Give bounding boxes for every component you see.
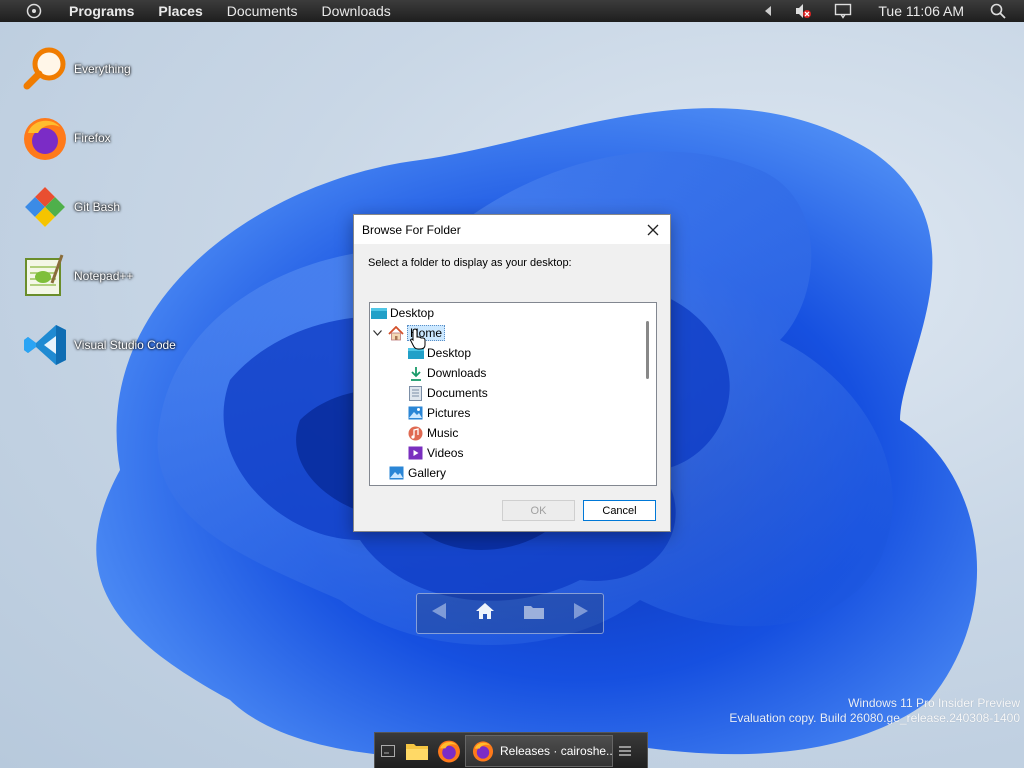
tree-item-label: Documents <box>427 386 488 400</box>
menu-programs[interactable]: Programs <box>69 3 134 19</box>
notification-icon[interactable] <box>834 3 852 19</box>
chevron-down-icon[interactable] <box>371 325 383 342</box>
desktop-icon-label: Visual Studio Code <box>74 338 176 352</box>
notepadpp-icon <box>20 251 70 301</box>
tree-item-label: Gallery <box>408 466 447 480</box>
home-icon[interactable] <box>475 602 495 625</box>
taskbar: Releases · cairoshe... <box>374 732 648 768</box>
file-explorer-icon[interactable] <box>401 734 433 768</box>
vscode-icon <box>20 320 70 370</box>
clock[interactable]: Tue 11:06 AM <box>878 3 964 19</box>
desktop-icon-label: Git Bash <box>74 200 121 214</box>
watermark-line-1: Windows 11 Pro Insider Preview <box>848 696 1020 710</box>
hand-cursor-icon <box>410 328 426 350</box>
top-menu-bar: Programs Places Documents Downloads Tue … <box>0 0 1024 22</box>
tree-item-music[interactable]: Music <box>407 424 458 442</box>
show-desktop-icon[interactable] <box>375 734 401 768</box>
cairo-logo-icon[interactable] <box>23 0 45 22</box>
tree-scrollbar[interactable] <box>646 321 649 379</box>
desktop-icon-firefox[interactable]: Firefox <box>20 111 200 165</box>
tree-item-desktop-root[interactable]: Desktop <box>370 304 434 322</box>
system-tray: Tue 11:06 AM <box>764 0 1024 22</box>
tree-item-label: Downloads <box>427 366 487 380</box>
cancel-button[interactable]: Cancel <box>583 500 656 521</box>
menu-downloads[interactable]: Downloads <box>322 3 391 19</box>
desktop-icon-label: Notepad++ <box>74 269 134 283</box>
tree-item-label: Music <box>427 426 459 440</box>
ok-button[interactable]: OK <box>502 500 575 521</box>
music-icon <box>407 425 424 442</box>
dialog-titlebar[interactable]: Browse For Folder <box>354 215 670 244</box>
tree-item-label: Desktop <box>390 306 435 320</box>
desktop-folder-icon <box>370 305 387 322</box>
tree-item-gallery[interactable]: Gallery <box>388 464 446 482</box>
tree-item-label: Desktop <box>427 346 472 360</box>
pictures-icon <box>407 405 424 422</box>
desktop-icon-everything[interactable]: Everything <box>20 42 200 96</box>
hamburger-menu-icon[interactable] <box>613 734 637 768</box>
windows-watermark: Windows 11 Pro Insider Preview Evaluatio… <box>729 696 1020 726</box>
firefox-icon <box>20 113 70 163</box>
menu-documents[interactable]: Documents <box>227 3 298 19</box>
home-icon <box>387 325 404 342</box>
taskbar-window-firefox-releases[interactable]: Releases · cairoshe... <box>465 734 613 767</box>
close-icon[interactable] <box>640 217 666 243</box>
desktop-icon-label: Everything <box>74 62 131 76</box>
desktop-icon-label: Firefox <box>74 131 111 145</box>
tree-item-label: Videos <box>427 446 464 460</box>
watermark-line-2: Evaluation copy. Build 26080.ge_release.… <box>729 711 1020 725</box>
magnifier-icon <box>20 44 70 94</box>
search-icon[interactable] <box>990 3 1006 19</box>
browse-for-folder-dialog: Browse For Folder Select a folder to dis… <box>353 214 671 532</box>
menu-places[interactable]: Places <box>158 3 202 19</box>
tree-item-downloads[interactable]: Downloads <box>407 364 486 382</box>
taskbar-window-label: Releases · cairoshe... <box>500 743 613 758</box>
gallery-icon <box>388 465 405 482</box>
back-arrow-icon[interactable] <box>431 602 447 625</box>
desktop-navigation-bar <box>416 593 604 634</box>
volume-muted-icon[interactable] <box>794 3 812 19</box>
forward-arrow-icon[interactable] <box>573 602 589 625</box>
document-icon <box>407 385 424 402</box>
download-arrow-icon <box>407 365 424 382</box>
tree-item-documents[interactable]: Documents <box>407 384 488 402</box>
folder-icon[interactable] <box>523 603 545 625</box>
desktop-icon-git-bash[interactable]: Git Bash <box>20 180 200 234</box>
git-bash-icon <box>20 182 70 232</box>
tray-expand-icon[interactable] <box>764 6 772 16</box>
tree-item-label: Pictures <box>427 406 471 420</box>
firefox-icon[interactable] <box>433 734 465 768</box>
tree-item-videos[interactable]: Videos <box>407 444 463 462</box>
dialog-instruction: Select a folder to display as your deskt… <box>368 257 572 269</box>
tree-item-pictures[interactable]: Pictures <box>407 404 470 422</box>
dialog-title: Browse For Folder <box>362 222 461 237</box>
videos-icon <box>407 445 424 462</box>
desktop-icon-notepadpp[interactable]: Notepad++ <box>20 249 200 303</box>
firefox-icon <box>472 740 494 762</box>
tree-item-home[interactable]: Home <box>371 324 446 342</box>
desktop-icon-vscode[interactable]: Visual Studio Code <box>20 318 200 372</box>
